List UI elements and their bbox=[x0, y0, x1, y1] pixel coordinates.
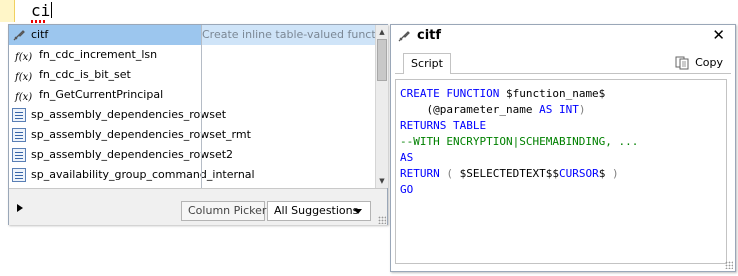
script-code-area[interactable]: CREATE FUNCTION $function_name$ (@parame… bbox=[395, 79, 727, 264]
procedure-icon bbox=[12, 168, 26, 182]
suggestion-filter-label: All Suggestions bbox=[274, 204, 359, 217]
scroll-down-arrow-icon[interactable]: ▼ bbox=[376, 176, 388, 186]
code-line: RETURN ( $SELECTEDTEXT$$CURSOR$ ) bbox=[400, 166, 638, 182]
copy-icon bbox=[675, 56, 689, 70]
suggestion-item[interactable]: sp_assembly_dependencies_rowset_rmt bbox=[9, 125, 375, 145]
column-picker-button[interactable]: Column Picker bbox=[181, 201, 266, 221]
procedure-icon bbox=[12, 108, 26, 122]
code-token: ( bbox=[446, 167, 460, 180]
script-code: CREATE FUNCTION $function_name$ (@parame… bbox=[400, 86, 638, 198]
code-token: $SELECTEDTEXT$$ bbox=[459, 167, 559, 180]
preview-header: citf ✕ bbox=[391, 25, 735, 49]
suggestion-list: citf Create inline table-valued function f… bbox=[9, 25, 375, 188]
suggestion-item[interactable]: sp_assembly_dependencies_rowset2 bbox=[9, 145, 375, 165]
suggestion-item[interactable]: f(x) fn_GetCurrentPrincipal bbox=[9, 85, 375, 105]
code-token: CREATE FUNCTION bbox=[400, 87, 506, 100]
expand-arrow-icon[interactable] bbox=[17, 204, 23, 212]
copy-label: Copy bbox=[695, 56, 723, 69]
suggestion-description: Create inline table-valued function bbox=[202, 28, 375, 41]
suggestion-item[interactable]: citf Create inline table-valued function bbox=[9, 25, 375, 45]
code-token: $ bbox=[598, 167, 612, 180]
function-icon: f(x) bbox=[15, 72, 33, 83]
suggestion-label: fn_cdc_is_bit_set bbox=[39, 68, 131, 81]
code-line: CREATE FUNCTION $function_name$ bbox=[400, 86, 638, 102]
panel-resize-grip-icon[interactable] bbox=[725, 261, 733, 269]
code-token: AS INT bbox=[539, 103, 579, 116]
editor-line[interactable]: ci bbox=[31, 1, 53, 20]
suggestion-item[interactable]: sp_availability_group_command_internal bbox=[9, 165, 375, 185]
procedure-icon bbox=[12, 148, 26, 162]
code-token: CURSOR bbox=[558, 167, 599, 180]
suggestion-label: sp_assembly_dependencies_rowset bbox=[31, 108, 227, 121]
typed-text: ci bbox=[31, 1, 51, 20]
suggestion-label: sp_assembly_dependencies_rowset2 bbox=[31, 148, 234, 161]
snippet-preview-panel: citf ✕ Script Copy CREATE FUNCTION $func… bbox=[390, 24, 736, 272]
suggestion-popup: citf Create inline table-valued function f… bbox=[8, 24, 388, 225]
code-token: GO bbox=[400, 183, 414, 196]
suggestion-item[interactable]: f(x) fn_cdc_is_bit_set bbox=[9, 65, 375, 85]
suggestion-label: fn_cdc_increment_lsn bbox=[39, 48, 158, 61]
snippet-icon bbox=[12, 28, 26, 42]
code-line: GO bbox=[400, 182, 638, 198]
code-token: RETURNS TABLE bbox=[400, 119, 487, 132]
preview-title: citf bbox=[417, 28, 442, 43]
suggestion-scrollbar[interactable]: ▲ ▼ bbox=[375, 25, 388, 188]
scroll-up-arrow-icon[interactable]: ▲ bbox=[376, 27, 388, 37]
code-token: RETURN bbox=[400, 167, 447, 180]
editor-gutter bbox=[0, 0, 15, 22]
error-squiggle bbox=[31, 20, 47, 23]
function-icon: f(x) bbox=[15, 92, 33, 103]
suggestion-label: sp_assembly_dependencies_rowset_rmt bbox=[31, 128, 251, 141]
text-caret bbox=[51, 2, 53, 18]
resize-grip-icon[interactable] bbox=[378, 216, 386, 224]
suggestion-label: citf bbox=[31, 28, 49, 41]
code-line: (@parameter_name AS INT) bbox=[400, 102, 638, 118]
suggestion-label: fn_GetCurrentPrincipal bbox=[39, 88, 164, 101]
copy-button[interactable]: Copy bbox=[675, 55, 723, 71]
code-line: RETURNS TABLE bbox=[400, 118, 638, 134]
scroll-thumb[interactable] bbox=[377, 39, 387, 81]
code-token: AS bbox=[400, 151, 414, 164]
tab-script[interactable]: Script bbox=[403, 53, 451, 74]
suggestion-filter-dropdown[interactable]: All Suggestions bbox=[267, 201, 371, 221]
suggestion-item[interactable]: sp_assembly_dependencies_rowset bbox=[9, 105, 375, 125]
code-token: ) bbox=[578, 103, 586, 116]
code-token: ) bbox=[611, 167, 619, 180]
code-token: (@parameter_name bbox=[400, 103, 540, 116]
suggestion-item[interactable]: f(x) fn_cdc_increment_lsn bbox=[9, 45, 375, 65]
code-token: $function_name$ bbox=[505, 87, 606, 100]
snippet-icon bbox=[398, 31, 410, 42]
suggestion-label: sp_availability_group_command_internal bbox=[31, 168, 255, 181]
procedure-icon bbox=[12, 128, 26, 142]
suggestion-footer: Column Picker All Suggestions bbox=[9, 188, 387, 225]
function-icon: f(x) bbox=[15, 52, 33, 63]
code-line: --WITH ENCRYPTION|SCHEMABINDING, ... bbox=[400, 134, 638, 150]
dropdown-arrow-icon bbox=[354, 209, 362, 214]
column-divider bbox=[201, 25, 202, 188]
code-line: AS bbox=[400, 150, 638, 166]
close-icon[interactable]: ✕ bbox=[712, 26, 725, 44]
code-token: --WITH ENCRYPTION|SCHEMABINDING, ... bbox=[400, 135, 639, 148]
